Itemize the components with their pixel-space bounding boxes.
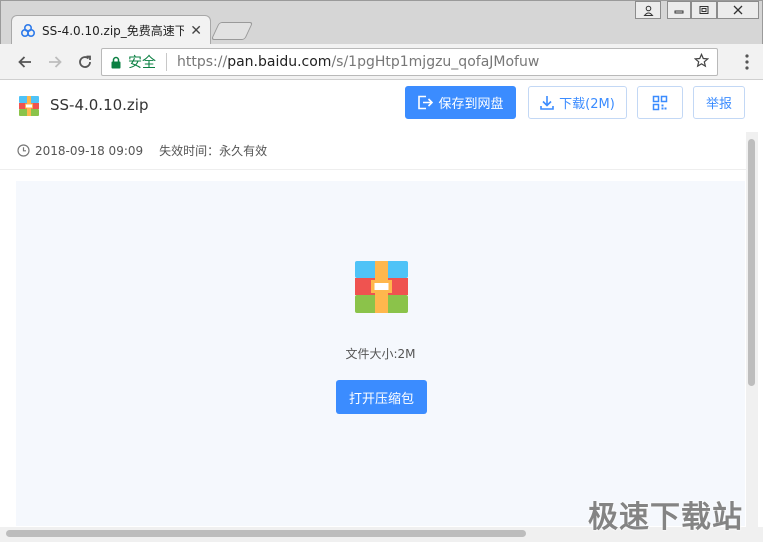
watermark-text: 极速下载站 xyxy=(588,500,743,535)
secure-indicator[interactable]: 安全 xyxy=(110,52,156,72)
baidu-pan-icon xyxy=(20,23,36,37)
back-button[interactable] xyxy=(12,49,38,75)
download-button[interactable]: 下载(2M) xyxy=(528,86,627,119)
user-icon xyxy=(642,5,654,16)
horizontal-scrollbar-thumb[interactable] xyxy=(6,530,526,537)
close-window-button[interactable] xyxy=(717,1,759,19)
url-host: pan.baidu.com xyxy=(227,54,332,70)
report-label: 举报 xyxy=(705,97,732,112)
open-archive-label: 打开压缩包 xyxy=(348,391,414,407)
tab-title: SS-4.0.10.zip_免费高速下载|百度网盘 xyxy=(42,24,185,38)
tab-close-icon[interactable]: ✕ xyxy=(190,23,202,39)
expiry-text: 失效时间：永久有效 xyxy=(159,144,268,158)
clock-icon xyxy=(17,144,30,157)
file-meta: 2018-09-18 09:09 失效时间：永久有效 xyxy=(0,132,750,170)
save-export-icon xyxy=(418,95,434,110)
bookmark-star-icon[interactable] xyxy=(693,52,710,72)
download-label: 下载(2M) xyxy=(559,97,615,112)
forward-button[interactable] xyxy=(42,49,68,75)
save-to-disk-button[interactable]: 保存到网盘 xyxy=(405,86,516,119)
minimize-icon xyxy=(674,10,684,14)
file-size: 文件大小:2M xyxy=(345,347,416,361)
url-scheme: https:// xyxy=(177,54,228,70)
download-icon xyxy=(540,96,554,110)
new-tab-button[interactable] xyxy=(210,22,254,40)
lock-icon xyxy=(111,56,121,68)
reload-button[interactable] xyxy=(72,49,98,75)
file-name: SS-4.0.10.zip xyxy=(50,96,149,114)
user-profile-button[interactable] xyxy=(635,1,661,19)
reload-icon xyxy=(79,55,91,68)
report-button[interactable]: 举报 xyxy=(693,86,745,119)
url-path: /s/1pgHtp1mjgzu_qofaJMofuw xyxy=(331,54,540,70)
browser-menu-icon[interactable] xyxy=(745,54,749,74)
maximize-icon xyxy=(699,6,709,14)
address-bar[interactable]: 安全 https://pan.baidu.com/s/1pgHtp1mjgzu_… xyxy=(101,48,718,76)
arrow-left-icon xyxy=(18,55,31,68)
qr-code-icon xyxy=(652,95,668,110)
maximize-button[interactable] xyxy=(691,1,717,19)
save-to-disk-label: 保存到网盘 xyxy=(438,97,504,112)
url-text[interactable]: https://pan.baidu.com/s/1pgHtp1mjgzu_qof… xyxy=(177,54,539,70)
title-bar: SS-4.0.10.zip_免费高速下载|百度网盘 ✕ xyxy=(0,0,763,45)
address-divider xyxy=(166,53,167,71)
vertical-scrollbar-thumb[interactable] xyxy=(748,139,755,386)
browser-toolbar: 安全 https://pan.baidu.com/s/1pgHtp1mjgzu_… xyxy=(0,44,763,80)
browser-tab[interactable]: SS-4.0.10.zip_免费高速下载|百度网盘 ✕ xyxy=(11,15,211,45)
secure-label: 安全 xyxy=(128,55,156,71)
file-header: SS-4.0.10.zip 保存到网盘 下载(2M) 举报 xyxy=(0,80,763,132)
close-icon xyxy=(733,5,743,15)
zip-file-icon xyxy=(19,96,39,116)
file-preview-panel: 文件大小:2M 打开压缩包 xyxy=(16,181,745,526)
arrow-right-icon xyxy=(49,55,62,68)
minimize-button[interactable] xyxy=(667,1,691,19)
open-archive-button[interactable]: 打开压缩包 xyxy=(336,380,427,414)
share-date: 2018-09-18 09:09 xyxy=(35,143,144,158)
zip-archive-large-icon xyxy=(355,261,408,313)
qr-code-button[interactable] xyxy=(637,86,683,119)
